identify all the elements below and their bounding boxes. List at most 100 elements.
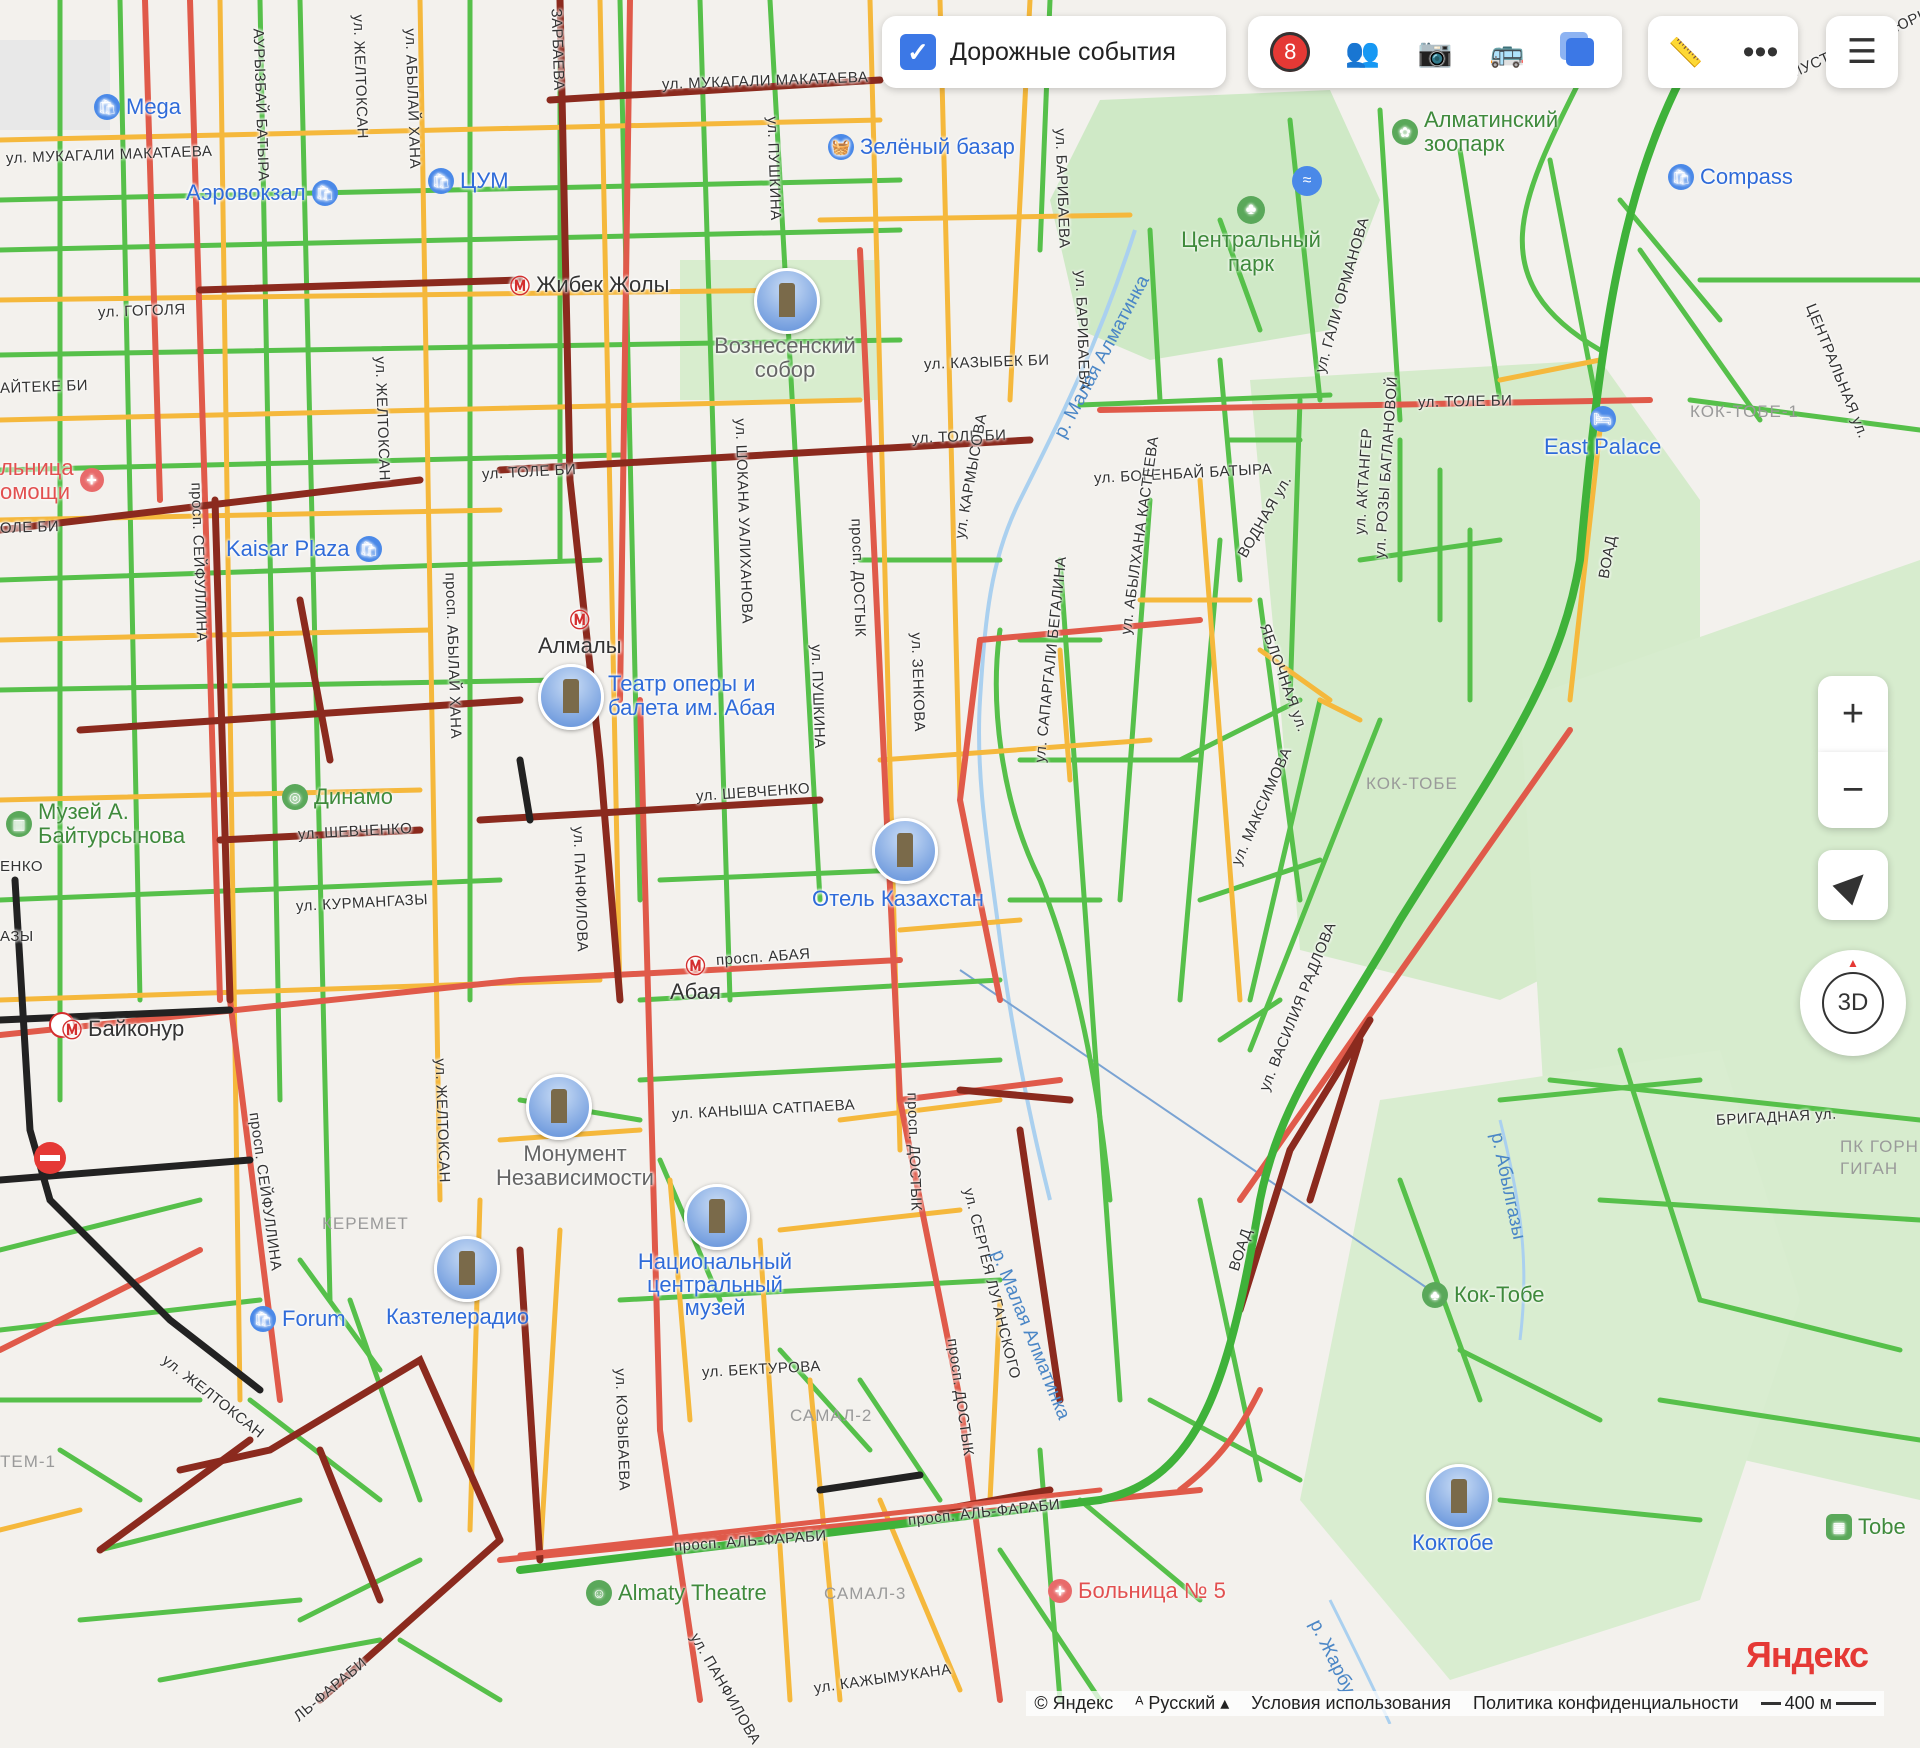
museum-baitursynov-line2: Байтурсынова (38, 823, 186, 848)
street-tole-bi-right: ул. ТОЛЕ БИ (1417, 392, 1513, 411)
poi-dinamo[interactable]: ◎ Динамо (282, 784, 393, 810)
metro-abaya[interactable]: Ⓜ Абая (670, 950, 721, 1005)
park-zoo-line2: зоопарк (1424, 131, 1505, 156)
hotel-landmark-icon[interactable] (872, 818, 938, 884)
street-pushkina-1: ул. ПУШКИНА (763, 116, 785, 221)
opera-line1: Театр оперы и (608, 671, 756, 696)
street-kurmangazy-edge: АЗЫ (0, 928, 34, 945)
hospital-left-line2: омощи (0, 479, 70, 504)
traffic-events-count-button[interactable]: 8 (1259, 21, 1321, 83)
checkbox-icon[interactable]: ✓ (900, 34, 936, 70)
poi-dinamo-label: Динамо (314, 784, 393, 809)
traffic-map[interactable] (0, 0, 1920, 1724)
3d-label: 3D (1822, 972, 1884, 1034)
museum-line2: центральный (647, 1272, 783, 1297)
poi-tobe-label: Tobe (1858, 1514, 1906, 1539)
swimming-icon[interactable]: ≈ (1292, 166, 1322, 196)
tools-toolbar: 📏 ••• (1648, 16, 1798, 88)
poi-east-palace-label: East Palace (1544, 434, 1662, 459)
poi-almaty-theatre-label: Almaty Theatre (618, 1580, 767, 1605)
shopping-bag-icon: 🛍 (94, 94, 120, 120)
monument-landmark-icon[interactable] (526, 1074, 592, 1140)
traffic-count-badge: 8 (1270, 32, 1311, 72)
hospital-left-line1: льница (0, 455, 74, 480)
hospital-cross-icon: + (1048, 1579, 1072, 1603)
poi-almaty-theatre[interactable]: ☺ Almaty Theatre (586, 1580, 767, 1606)
zoom-out-button[interactable]: − (1818, 752, 1888, 828)
locate-me-button[interactable] (1818, 850, 1888, 920)
poi-green-bazaar[interactable]: 🧺 Зелёный базар (828, 134, 1015, 160)
park-koktobe[interactable]: ♣ Кок-Тобе (1422, 1282, 1545, 1308)
zoom-in-button[interactable]: + (1818, 676, 1888, 752)
yandex-logo[interactable]: Яндекс (1746, 1634, 1869, 1676)
building-icon: ▦ (1826, 1514, 1852, 1540)
cathedral-line2: собор (754, 357, 816, 382)
poi-tsum[interactable]: 🛍 ЦУМ (428, 168, 509, 194)
tree-icon: ♣ (1422, 1282, 1448, 1308)
poi-museum-baitursynov[interactable]: ▥ Музей А. Байтурсынова (6, 800, 185, 848)
park-zoo[interactable]: ✿ Алматинский зоопарк (1392, 108, 1558, 156)
street-zenkova: ул. ЗЕНКОВА (907, 632, 928, 733)
district-pk-gorny: ПК ГОРН ГИГАН (1840, 1136, 1919, 1180)
shopping-bag-icon: 🛍 (428, 168, 454, 194)
compass-north-icon: ▲ (1847, 956, 1859, 970)
poi-hospital-left[interactable]: льница омощи + (0, 456, 104, 504)
street-gogolya: ул. ГОГОЛЯ (97, 300, 186, 321)
camera-icon[interactable]: 📷 (1404, 21, 1466, 83)
map-footer: © Яндекс ᴬ Русский ▴ Условия использован… (1026, 1691, 1884, 1716)
poi-kaisar[interactable]: 🛍 Kaisar Plaza (226, 536, 382, 562)
monument-line1: Монумент (523, 1141, 627, 1166)
metro-icon: Ⓜ (569, 610, 590, 632)
copyright-link[interactable]: © Яндекс (1034, 1693, 1113, 1714)
koktobe-tower-landmark-icon[interactable] (1426, 1464, 1492, 1530)
3d-compass-button[interactable]: ▲ 3D (1800, 950, 1906, 1056)
poi-east-palace[interactable]: 🛏 East Palace (1544, 406, 1661, 460)
koktobe-tower-label: Коктобе (1412, 1530, 1494, 1555)
layers-icon[interactable] (1549, 21, 1611, 83)
street-pushkina-2: ул. ПУШКИНА (807, 644, 829, 749)
terms-link[interactable]: Условия использования (1251, 1693, 1451, 1714)
opera-landmark-icon[interactable] (538, 664, 604, 730)
poi-hospital-5[interactable]: + Больница № 5 (1048, 1578, 1226, 1604)
poi-mega[interactable]: 🛍 Mega (94, 94, 181, 120)
map-areas (0, 0, 1920, 1724)
poi-aerovokzal[interactable]: 🛍 Аэровокзал (186, 180, 338, 206)
tree-icon: ♣ (1237, 196, 1265, 224)
bus-icon[interactable]: 🚌 (1476, 21, 1538, 83)
metro-almaly[interactable]: Ⓜ Алмалы (538, 604, 622, 659)
poi-compass[interactable]: 🛍 Compass (1668, 164, 1793, 190)
privacy-link[interactable]: Политика конфиденциальности (1473, 1693, 1739, 1714)
district-koktobe1: КОК-ТОБЕ-1 (1690, 402, 1799, 421)
poi-kaisar-label: Kaisar Plaza (226, 536, 350, 561)
metro-icon: Ⓜ (62, 1020, 82, 1042)
district-samal2: САМАЛ-2 (790, 1406, 873, 1425)
metro-baikonur-label: Байконур (88, 1015, 185, 1041)
cathedral-label: Вознесенский собор (700, 334, 870, 382)
museum-line1: Национальный (637, 1249, 793, 1274)
theatre-mask-icon: ☺ (586, 1580, 612, 1606)
more-icon[interactable]: ••• (1730, 21, 1792, 83)
language-icon: ᴬ (1135, 1693, 1149, 1713)
language-selector[interactable]: ᴬ Русский ▴ (1135, 1693, 1229, 1714)
park-central[interactable]: ♣ Центральный парк (1166, 196, 1336, 276)
metro-baikonur[interactable]: Ⓜ Байконур (62, 1014, 184, 1043)
ruler-icon[interactable]: 📏 (1655, 21, 1717, 83)
kaztelerad-landmark-icon[interactable] (434, 1236, 500, 1302)
scale-label: 400 м (1784, 1693, 1832, 1713)
scale-bar: 400 м (1760, 1693, 1876, 1714)
metro-zhibek[interactable]: Ⓜ Жибек Жолы (510, 270, 669, 299)
panorama-people-icon[interactable]: 👥 (1332, 21, 1394, 83)
menu-button[interactable]: ☰ (1826, 16, 1898, 88)
scale-line-icon (1836, 1702, 1876, 1705)
street-aiteke: АЙТЕКЕ БИ (0, 376, 89, 397)
cathedral-landmark-icon[interactable] (754, 268, 820, 334)
poi-hospital-5-label: Больница № 5 (1078, 1578, 1226, 1603)
poi-tobe[interactable]: ▦ Tobe (1826, 1514, 1906, 1540)
museum-line3: музей (684, 1295, 746, 1320)
opera-label: Театр оперы и балета им. Абая (608, 672, 775, 720)
shopping-bag-icon: 🛍 (1668, 164, 1694, 190)
poi-forum[interactable]: 🛍 Forum (250, 1306, 346, 1332)
traffic-events-toggle[interactable]: ✓ Дорожные события (882, 16, 1226, 88)
street-tole-bi-mid: ул. ТОЛЕ БИ (911, 426, 1007, 447)
museum-landmark-icon[interactable] (684, 1184, 750, 1250)
